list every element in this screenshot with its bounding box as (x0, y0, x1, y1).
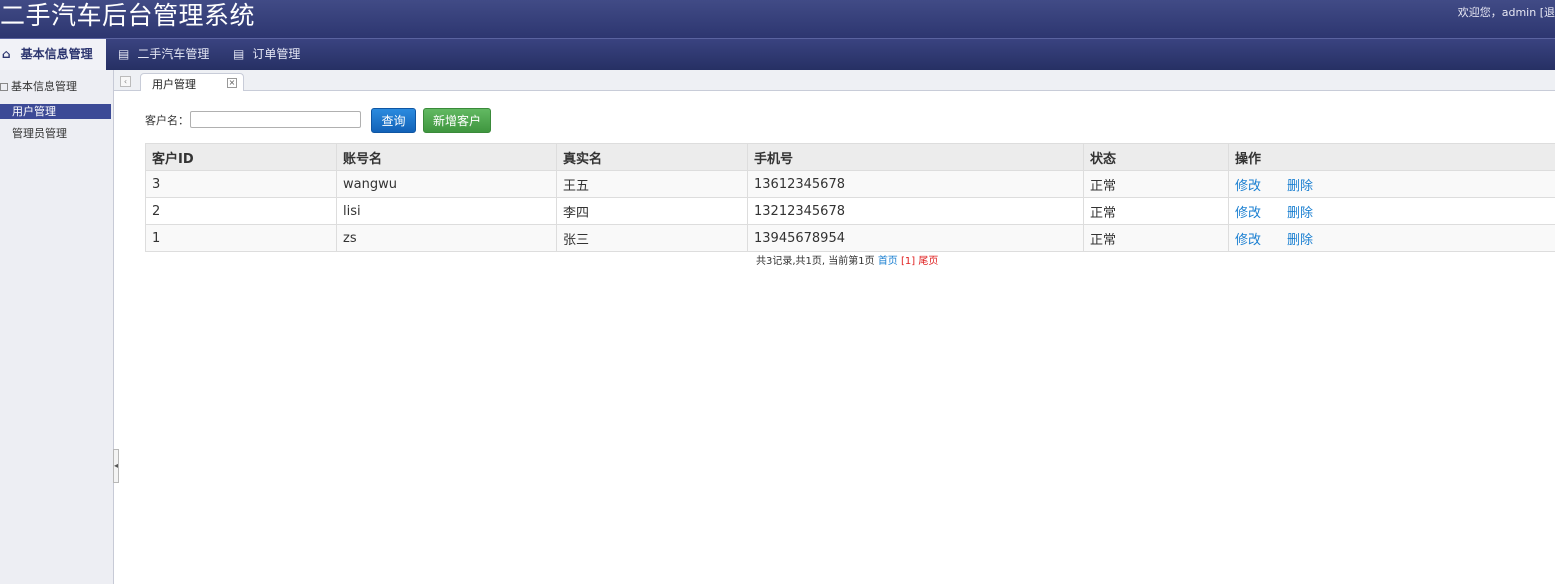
edit-link[interactable]: 修改 (1235, 202, 1287, 221)
cell-actions: 修改 删除 (1228, 224, 1555, 252)
edit-link[interactable]: 修改 (1235, 175, 1287, 194)
cell-actions: 修改 删除 (1228, 170, 1555, 198)
query-button[interactable]: 查询 (371, 108, 416, 133)
app-header: 二手汽车后台管理系统 欢迎您，admin [退 (0, 0, 1555, 38)
nav-tab-used-cars[interactable]: ▤ 二手汽车管理 (118, 39, 209, 70)
table-row: 2 lisi 李四 13212345678 正常 修改 删除 (145, 197, 1555, 225)
col-actions: 操作 (1228, 143, 1555, 171)
pagination: 共3记录,共1页, 当前第1页 首页 [1] 尾页 (756, 252, 938, 267)
cell-phone: 13945678954 (747, 224, 1084, 252)
col-account: 账号名 (336, 143, 557, 171)
welcome-text[interactable]: 欢迎您，admin [退 (1458, 4, 1555, 20)
cell-status: 正常 (1083, 224, 1229, 252)
delete-link[interactable]: 删除 (1287, 206, 1313, 221)
cell-id: 1 (145, 224, 337, 252)
cell-status: 正常 (1083, 197, 1229, 225)
add-customer-button[interactable]: 新增客户 (423, 108, 491, 133)
nav-tab-label: 订单管理 (252, 47, 301, 61)
cell-account: lisi (336, 197, 557, 225)
tab-strip: ‹ 用户管理 × (114, 70, 1555, 91)
main-nav: ⌂ 基本信息管理 ▤ 二手汽车管理 ▤ 订单管理 (0, 38, 1555, 70)
current-page-link[interactable]: [1] (901, 256, 915, 267)
table-row: 1 zs 张三 13945678954 正常 修改 删除 (145, 224, 1555, 252)
cell-phone: 13612345678 (747, 170, 1084, 198)
sidebar-item-admin-management[interactable]: 管理员管理 (0, 126, 111, 141)
pagination-summary: 共3记录,共1页, 当前第1页 (756, 256, 875, 267)
cell-phone: 13212345678 (747, 197, 1084, 225)
cell-real-name: 李四 (556, 197, 748, 225)
col-status: 状态 (1083, 143, 1229, 171)
tab-user-management[interactable]: 用户管理 × (140, 73, 244, 91)
tab-label: 用户管理 (152, 78, 196, 91)
customer-name-label: 客户名： (145, 114, 189, 127)
nav-tab-basic-info[interactable]: ⌂ 基本信息管理 (0, 39, 106, 70)
sidebar-group-label: 基本信息管理 (11, 80, 77, 93)
list-icon: ▤ (118, 47, 130, 61)
cell-account: wangwu (336, 170, 557, 198)
cell-real-name: 王五 (556, 170, 748, 198)
cell-status: 正常 (1083, 170, 1229, 198)
sidebar-item-user-management[interactable]: 用户管理 (0, 104, 111, 119)
cell-id: 3 (145, 170, 337, 198)
delete-link[interactable]: 删除 (1287, 179, 1313, 194)
table-row: 3 wangwu 王五 13612345678 正常 修改 删除 (145, 170, 1555, 198)
nav-tab-label: 二手汽车管理 (137, 47, 210, 61)
sidebar-group[interactable]: 基本信息管理 (0, 78, 77, 94)
delete-link[interactable]: 删除 (1287, 233, 1313, 248)
last-page-link[interactable]: 尾页 (918, 256, 938, 267)
app-title: 二手汽车后台管理系统 (0, 1, 256, 30)
nav-tab-orders[interactable]: ▤ 订单管理 (233, 39, 300, 70)
col-customer-id: 客户ID (145, 143, 337, 171)
collapse-box-icon (0, 83, 8, 91)
col-phone: 手机号 (747, 143, 1084, 171)
table-header-row: 客户ID 账号名 真实名 手机号 状态 操作 (145, 143, 1555, 171)
close-icon[interactable]: × (227, 78, 237, 88)
cell-account: zs (336, 224, 557, 252)
customer-table: 客户ID 账号名 真实名 手机号 状态 操作 3 wangwu 王五 13612… (145, 143, 1555, 252)
cell-id: 2 (145, 197, 337, 225)
list-icon: ▤ (233, 47, 245, 61)
cell-real-name: 张三 (556, 224, 748, 252)
tab-scroll-left-icon[interactable]: ‹ (120, 76, 131, 87)
first-page-link[interactable]: 首页 (878, 256, 898, 267)
cell-actions: 修改 删除 (1228, 197, 1555, 225)
nav-tab-label: 基本信息管理 (20, 47, 93, 61)
home-icon: ⌂ (2, 47, 11, 61)
col-real-name: 真实名 (556, 143, 748, 171)
sidebar: 基本信息管理 用户管理 管理员管理 (0, 70, 114, 584)
sidebar-collapse-handle[interactable]: ◂ (113, 449, 119, 483)
edit-link[interactable]: 修改 (1235, 229, 1287, 248)
customer-name-input[interactable] (190, 111, 361, 128)
